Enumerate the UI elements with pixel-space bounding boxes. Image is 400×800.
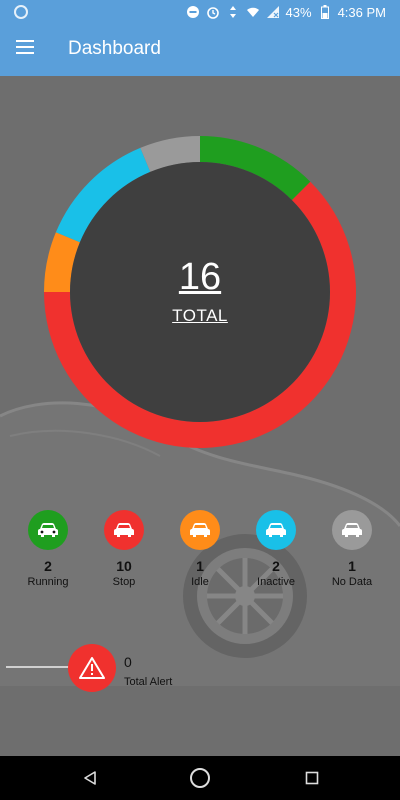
back-icon[interactable] (78, 766, 102, 790)
stat-stop-circle[interactable] (104, 510, 144, 550)
status-stats: 2 Running 10 Stop 1 Idle 2 Inactive 1 No… (0, 510, 400, 600)
stat-inactive-label: Inactive (257, 576, 295, 588)
page-title: Dashboard (68, 38, 161, 59)
stat-running-count: 2 (44, 558, 52, 574)
car-icon (342, 523, 362, 537)
alert-row: 0 Total Alert (0, 644, 400, 700)
home-icon[interactable] (188, 766, 212, 790)
status-right: 43% 4:36 PM (186, 0, 386, 24)
car-icon (266, 523, 286, 537)
dnd-icon (186, 5, 200, 19)
stat-idle-circle[interactable] (180, 510, 220, 550)
stat-running[interactable]: 2 Running (10, 510, 86, 588)
system-nav-bar (0, 756, 400, 800)
stat-no-data-label: No Data (331, 576, 373, 588)
stat-running-circle[interactable] (28, 510, 68, 550)
vehicle-status-donut-chart: 16 TOTAL (44, 136, 356, 448)
alarm-icon (206, 5, 220, 19)
stat-inactive[interactable]: 2 Inactive (238, 510, 314, 588)
recents-icon[interactable] (300, 766, 324, 790)
total-label[interactable]: TOTAL (172, 306, 228, 326)
stat-stop-label: Stop (112, 576, 136, 588)
stat-inactive-circle[interactable] (256, 510, 296, 550)
car-icon (190, 523, 210, 537)
stat-inactive-count: 2 (272, 558, 280, 574)
alert-count: 0 (124, 654, 132, 670)
menu-icon[interactable] (16, 40, 38, 58)
stat-stop-count: 10 (116, 558, 132, 574)
car-icon (114, 523, 134, 537)
stat-no-data[interactable]: 1 No Data (314, 510, 390, 588)
stat-no-data-circle[interactable] (332, 510, 372, 550)
stat-idle[interactable]: 1 Idle (162, 510, 238, 588)
alert-label: Total Alert (124, 676, 173, 688)
dashboard-content: 16 TOTAL 2 Running 10 Stop 1 Idle 2 Inac… (0, 76, 400, 756)
stat-idle-label: Idle (191, 576, 209, 588)
clock: 4:36 PM (337, 4, 386, 20)
status-bar: 43% 4:36 PM (0, 0, 400, 24)
car-icon (38, 523, 58, 537)
signal-icon (266, 5, 280, 19)
stat-running-label: Running (27, 576, 69, 588)
battery-percentage: 43% (285, 4, 312, 20)
total-alert-button[interactable] (68, 644, 116, 692)
alert-divider (6, 666, 70, 668)
stat-no-data-count: 1 (348, 558, 356, 574)
battery-icon (318, 5, 332, 19)
status-notification-icon (14, 5, 28, 19)
data-arrows-icon (226, 5, 240, 19)
app-bar: Dashboard (0, 24, 400, 76)
warning-icon (79, 657, 105, 679)
donut-center: 16 TOTAL (44, 136, 356, 448)
stat-stop[interactable]: 10 Stop (86, 510, 162, 588)
wifi-icon (246, 5, 260, 19)
total-count[interactable]: 16 (179, 258, 221, 296)
stat-idle-count: 1 (196, 558, 204, 574)
